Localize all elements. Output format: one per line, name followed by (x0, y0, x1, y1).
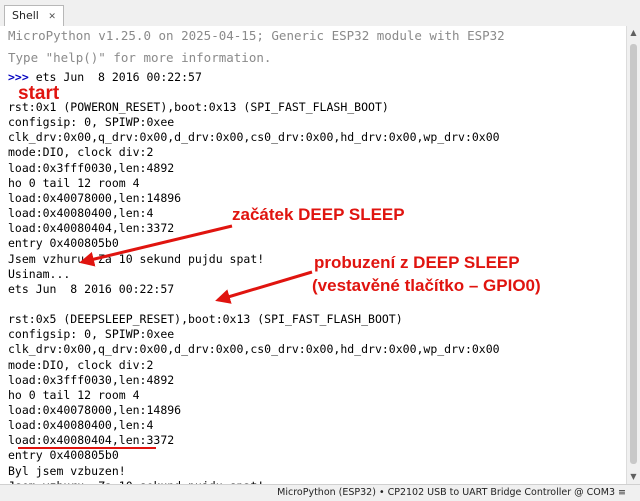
annotation-start: start (18, 83, 60, 104)
shell-log-line: entry 0x400805b0 (8, 448, 119, 463)
shell-header-line: MicroPython v1.25.0 on 2025-04-15; Gener… (8, 28, 505, 43)
shell-log-line: clk_drv:0x00,q_drv:0x00,d_drv:0x00,cs0_d… (8, 342, 500, 357)
vertical-scrollbar[interactable]: ▲ ▼ (626, 26, 640, 484)
scrollbar-thumb[interactable] (630, 44, 637, 464)
prompt-text: ets Jun 8 2016 00:22:57 (28, 70, 202, 84)
annotation-wakeup-subtitle: (vestavěné tlačítko – GPIO0) (312, 276, 541, 295)
shell-log-line: ets Jun 8 2016 00:22:57 (8, 281, 175, 296)
tab-shell[interactable]: Shell ✕ (4, 5, 64, 26)
tab-shell-label: Shell (12, 9, 39, 22)
shell-header-line: Type "help()" for more information. (8, 50, 272, 65)
shell-log-line: ho 0 tail 12 room 4 (8, 175, 140, 190)
tab-bar: Shell ✕ (0, 0, 640, 27)
shell-log-line: load:0x40080400,len:4 (8, 206, 154, 221)
shell-log-line: ho 0 tail 12 room 4 (8, 387, 140, 402)
shell-log-line: rst:0x5 (DEEPSLEEP_RESET),boot:0x13 (SPI… (8, 312, 403, 327)
shell-log-line: Byl jsem vzbuzen! (8, 463, 126, 478)
scroll-up-icon[interactable]: ▲ (627, 26, 640, 40)
shell-log-line: Jsem vzhuru. Za 10 sekund pujdu spat! (8, 251, 265, 266)
prompt-marker: >>> (8, 70, 29, 84)
shell-output[interactable]: MicroPython v1.25.0 on 2025-04-15; Gener… (0, 26, 626, 484)
shell-log-line: load:0x3fff0030,len:4892 (8, 160, 175, 175)
annotation-wakeup-title: probuzení z DEEP SLEEP (314, 253, 520, 272)
shell-log-line: Usinam... (8, 266, 71, 281)
shell-log-line: load:0x40080404,len:3372 (8, 433, 175, 448)
shell-log-line: load:0x40078000,len:14896 (8, 190, 182, 205)
status-bar: MicroPython (ESP32) • CP2102 USB to UART… (0, 484, 640, 501)
annotation-deep-sleep-start: začátek DEEP SLEEP (232, 205, 405, 224)
shell-log-line: configsip: 0, SPIWP:0xee (8, 115, 175, 130)
shell-log-line: clk_drv:0x00,q_drv:0x00,d_drv:0x00,cs0_d… (8, 130, 500, 145)
shell-log-line: load:0x40080404,len:3372 (8, 221, 175, 236)
shell-log-line: load:0x40080400,len:4 (8, 418, 154, 433)
shell-log-line: entry 0x400805b0 (8, 236, 119, 251)
status-text[interactable]: MicroPython (ESP32) • CP2102 USB to UART… (277, 485, 626, 501)
shell-log-line: load:0x3fff0030,len:4892 (8, 372, 175, 387)
close-icon[interactable]: ✕ (48, 12, 56, 22)
shell-log-line: mode:DIO, clock div:2 (8, 145, 154, 160)
shell-log-line: load:0x40078000,len:14896 (8, 403, 182, 417)
shell-log-line: mode:DIO, clock div:2 (8, 357, 154, 372)
shell-log-line: configsip: 0, SPIWP:0xee (8, 327, 175, 342)
scroll-down-icon[interactable]: ▼ (627, 470, 640, 484)
shell-log-line: rst:0x1 (POWERON_RESET),boot:0x13 (SPI_F… (8, 100, 389, 114)
